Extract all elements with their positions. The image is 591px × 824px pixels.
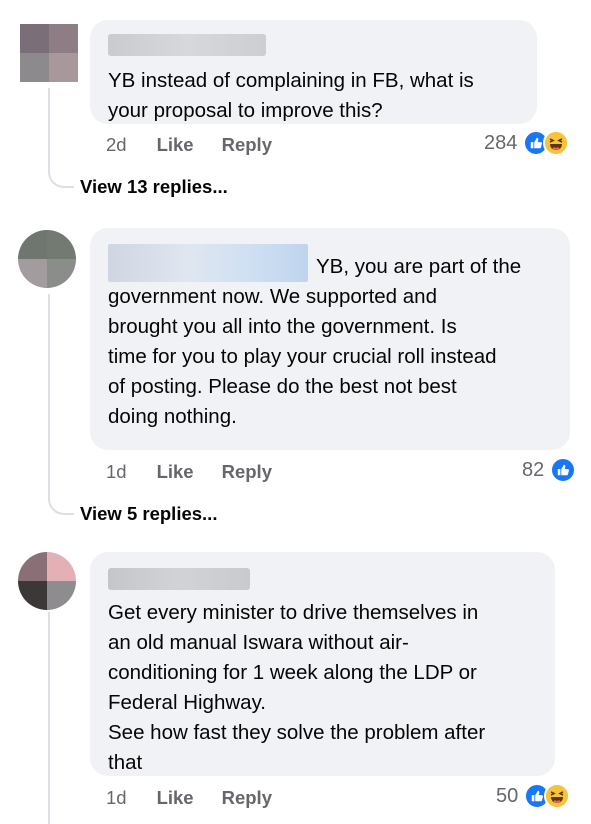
- haha-icon: [544, 783, 571, 809]
- comment-bubble: Get every minister to drive themselves i…: [90, 552, 555, 776]
- comment-actions: 2d Like Reply: [106, 134, 300, 156]
- like-button[interactable]: Like: [157, 461, 194, 483]
- thread-line: [48, 294, 50, 501]
- commenter-name-blurred[interactable]: [108, 34, 266, 56]
- view-replies-link[interactable]: View 13 replies...: [80, 176, 228, 198]
- comment-timestamp[interactable]: 1d: [106, 787, 127, 809]
- thread-connector: [48, 170, 74, 188]
- reply-button[interactable]: Reply: [222, 461, 272, 483]
- comment-timestamp[interactable]: 2d: [106, 134, 127, 156]
- reaction-summary[interactable]: 284: [484, 130, 570, 156]
- thread-line: [48, 612, 50, 824]
- reaction-summary[interactable]: 50: [496, 783, 571, 809]
- reaction-count: 284: [484, 131, 518, 154]
- thread-line: [48, 88, 50, 174]
- comment-bubble: YB, you are part of the government now. …: [90, 228, 570, 450]
- comment-timestamp[interactable]: 1d: [106, 461, 127, 483]
- comment-text: YB instead of complaining in FB, what is…: [108, 69, 474, 122]
- reaction-count: 82: [522, 458, 545, 481]
- comment-actions: 1d Like Reply: [106, 461, 300, 483]
- avatar[interactable]: [18, 230, 76, 288]
- haha-icon: [543, 130, 570, 156]
- avatar[interactable]: [18, 552, 76, 610]
- comment-actions: 1d Like Reply: [106, 787, 300, 809]
- like-icon: [550, 457, 577, 483]
- commenter-name-blurred[interactable]: [108, 244, 308, 282]
- commenter-name-blurred[interactable]: [108, 568, 250, 590]
- reaction-summary[interactable]: 82: [522, 457, 577, 483]
- reply-button[interactable]: Reply: [222, 134, 272, 156]
- avatar[interactable]: [20, 24, 78, 82]
- like-button[interactable]: Like: [157, 134, 194, 156]
- reaction-count: 50: [496, 784, 519, 807]
- view-replies-link[interactable]: View 5 replies...: [80, 503, 217, 525]
- reply-button[interactable]: Reply: [222, 787, 272, 809]
- comment-text: Get every minister to drive themselves i…: [108, 601, 486, 774]
- thread-connector: [48, 497, 74, 515]
- comment-bubble: YB instead of complaining in FB, what is…: [90, 20, 537, 124]
- like-button[interactable]: Like: [157, 787, 194, 809]
